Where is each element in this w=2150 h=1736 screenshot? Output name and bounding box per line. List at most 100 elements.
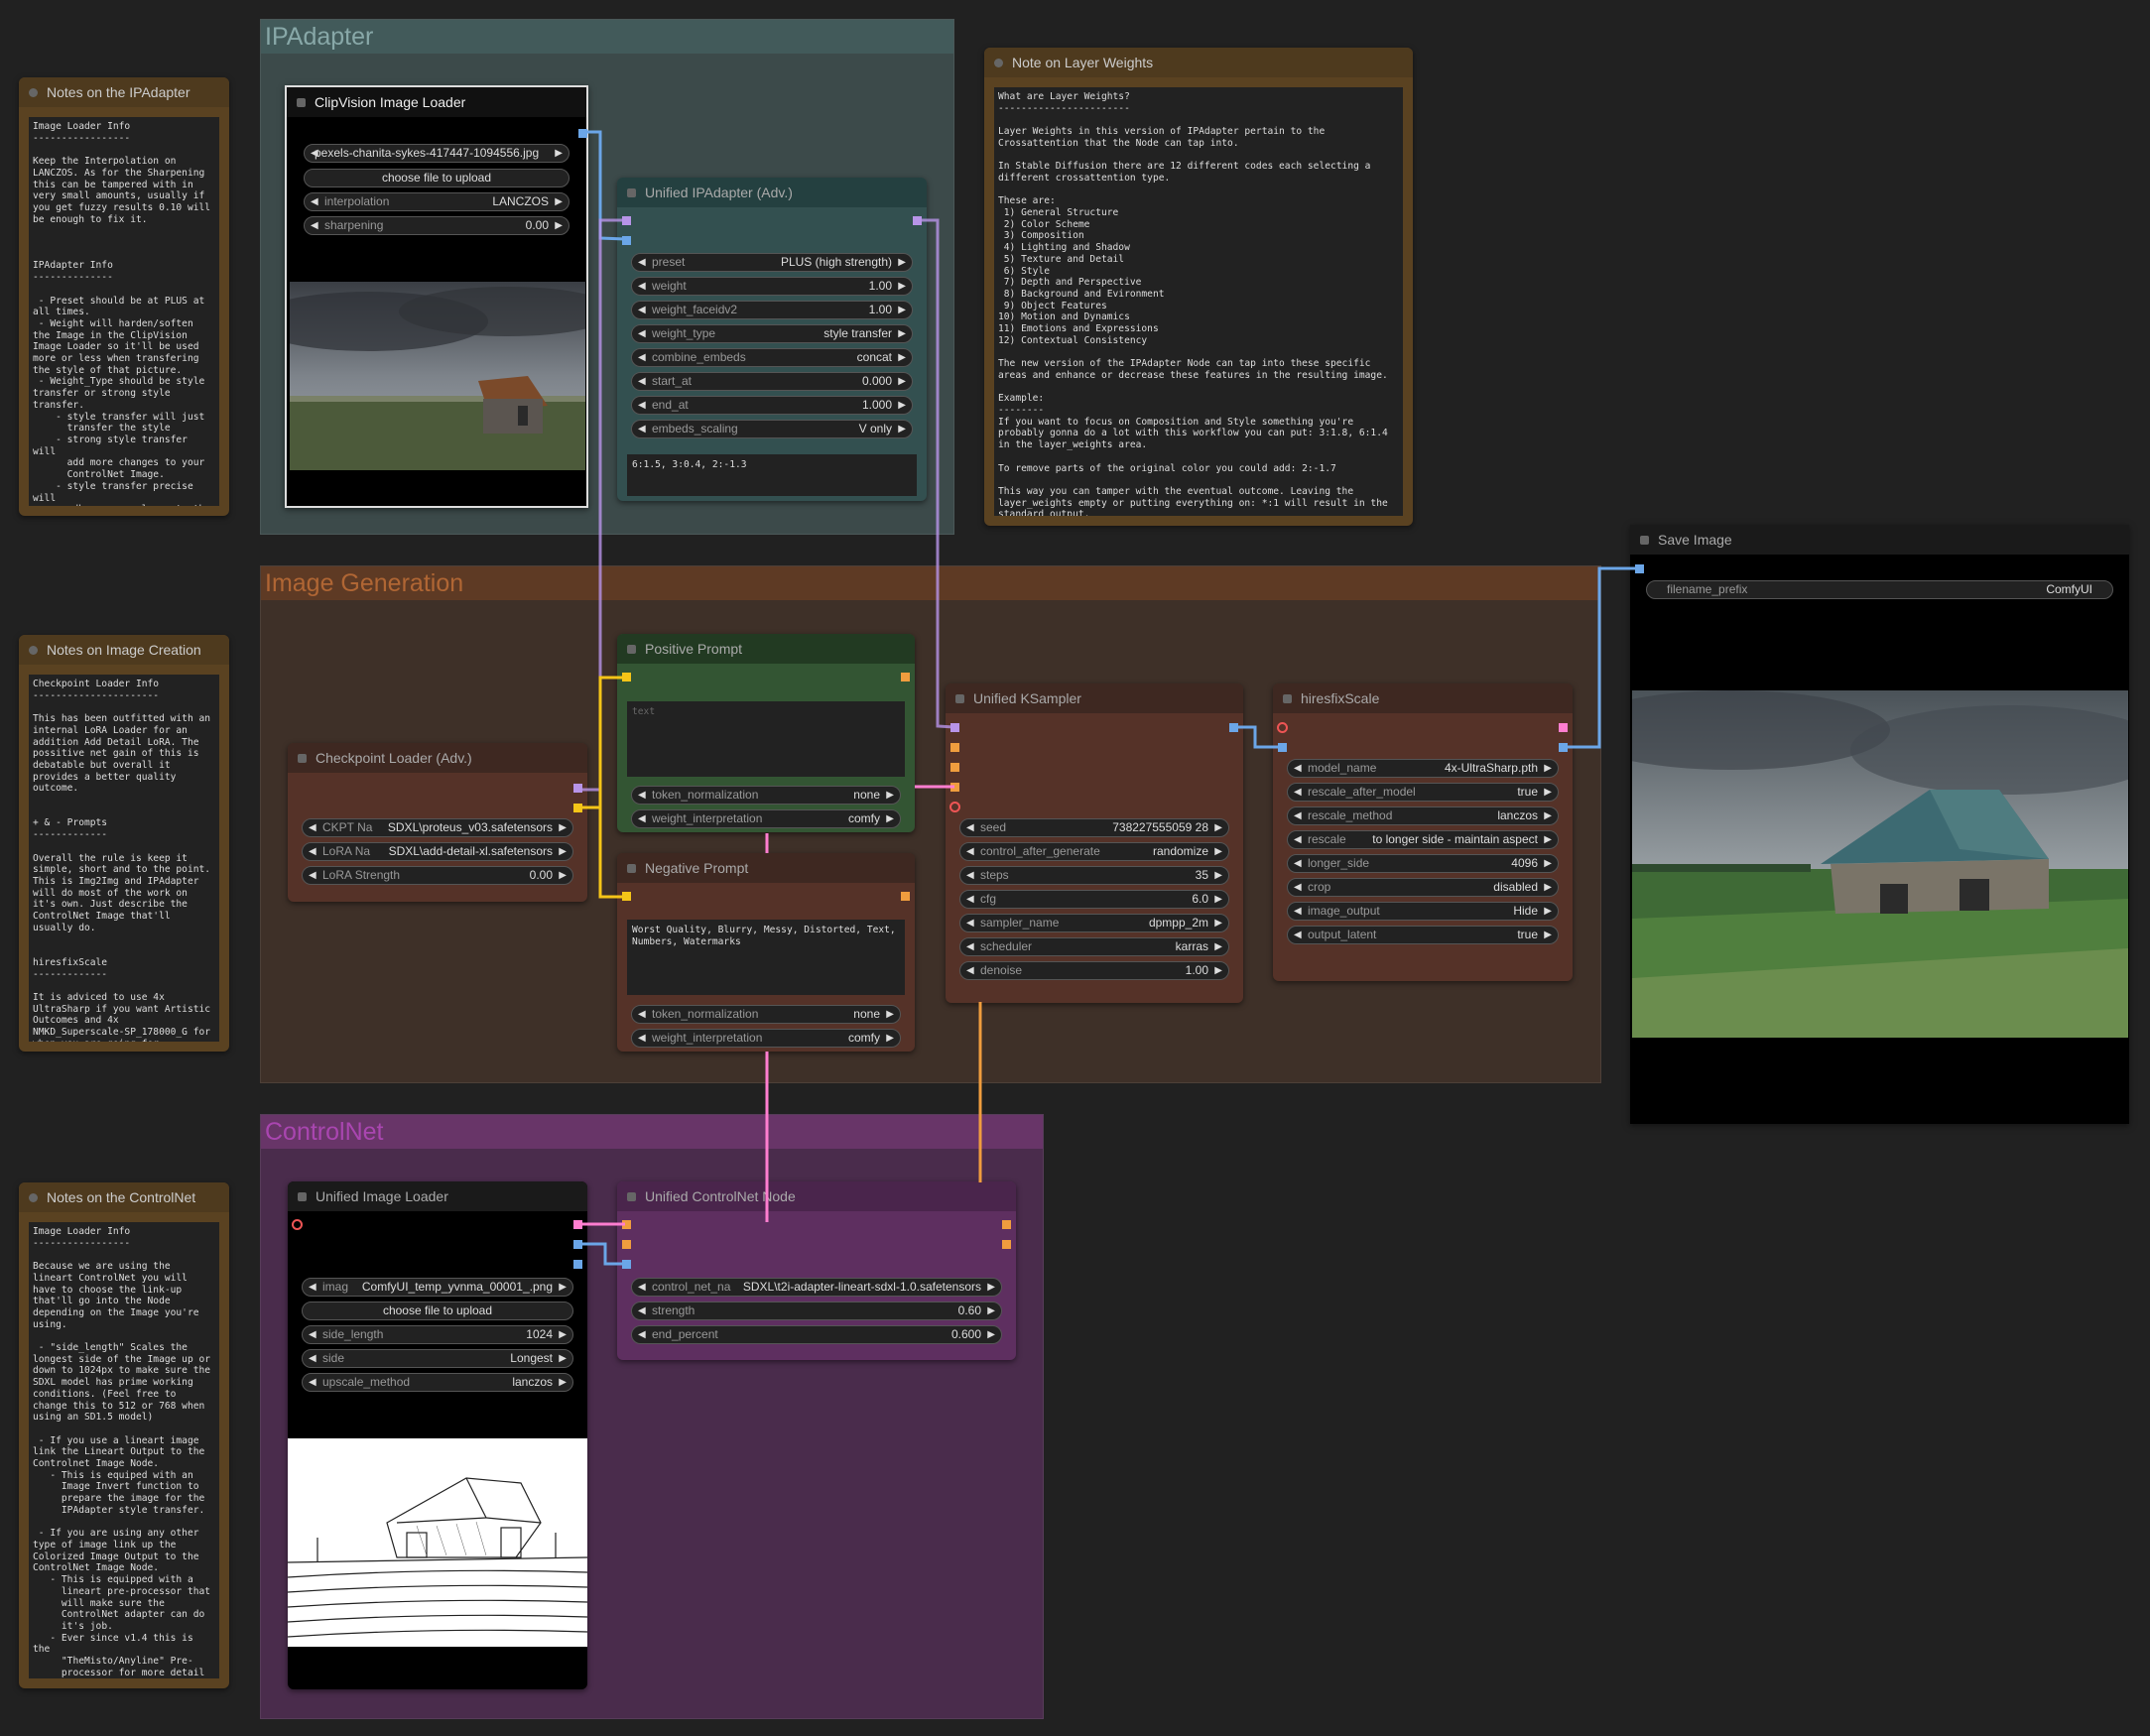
note-layer-weights[interactable]: Note on Layer Weights What are Layer Wei… <box>984 48 1413 526</box>
token-normalization-widget[interactable]: ◀ token_normalization none ▶ <box>631 1005 901 1024</box>
sampler-name-widget[interactable]: ◀ sampler_name dpmpp_2m ▶ <box>959 914 1229 932</box>
note-image-creation[interactable]: Notes on Image Creation Checkpoint Loade… <box>19 635 229 1052</box>
unified-ipadapter-node[interactable]: Unified IPAdapter (Adv.) ◀ preset PLUS (hi… <box>617 178 927 501</box>
output-port-positive[interactable] <box>1002 1220 1011 1229</box>
positive-prompt-node[interactable]: Positive Prompt text ◀ token_normalizatio… <box>617 634 915 832</box>
strength-widget[interactable]: ◀ strength 0.60 ▶ <box>631 1302 1002 1320</box>
input-port-vae[interactable] <box>1277 722 1288 733</box>
weight-type-widget[interactable]: ◀ weight_type style transfer ▶ <box>631 324 913 343</box>
hiresfix-scale-node[interactable]: hiresfixScale ◀ model_name 4x-UltraSharp.p… <box>1273 683 1573 981</box>
collapse-dot-icon[interactable] <box>627 188 636 197</box>
rescale-widget[interactable]: ◀ rescale to longer side - maintain aspect… <box>1287 830 1559 849</box>
clipvision-image-loader-node[interactable]: ClipVision Image Loader ◀ pexels-chanita-… <box>285 85 588 508</box>
output-port-image[interactable] <box>573 1220 582 1229</box>
filename-prefix-widget[interactable]: filename_prefix ComfyUI <box>1646 580 2113 599</box>
output-port-model[interactable] <box>573 784 582 793</box>
output-port-image[interactable] <box>1229 723 1238 732</box>
input-port-model[interactable] <box>622 216 631 225</box>
input-port-clip[interactable] <box>622 673 631 682</box>
input-port-vae[interactable] <box>949 802 960 812</box>
collapse-dot-icon[interactable] <box>29 88 38 97</box>
input-port-cn-image[interactable] <box>622 1260 631 1269</box>
negative-prompt-node[interactable]: Negative Prompt Worst Quality, Blurry, M… <box>617 853 915 1052</box>
positive-prompt-textarea[interactable]: text <box>627 701 905 777</box>
output-latent-widget[interactable]: ◀ output_latent true ▶ <box>1287 926 1559 944</box>
embeds-scaling-widget[interactable]: ◀ embeds_scaling V only ▶ <box>631 420 913 438</box>
image-select[interactable]: ◀ imag ComfyUI_temp_yvnma_00001_.png ▶ <box>302 1278 573 1297</box>
end-percent-widget[interactable]: ◀ end_percent 0.600 ▶ <box>631 1325 1002 1344</box>
output-port-lineart[interactable] <box>573 1240 582 1249</box>
weight-interpretation-widget[interactable]: ◀ weight_interpretation comfy ▶ <box>631 809 901 828</box>
lora-name-widget[interactable]: ◀ LoRA Na SDXL\add-detail-xl.safetensors ▶ <box>302 842 573 861</box>
control-after-generate-widget[interactable]: ◀ control_after_generate randomize ▶ <box>959 842 1229 861</box>
side-length-widget[interactable]: ◀ side_length 1024 ▶ <box>302 1325 573 1344</box>
save-image-node[interactable]: Save Image filename_prefix ComfyUI <box>1630 525 2129 1124</box>
sharpening-widget[interactable]: ◀ sharpening 0.00 ▶ <box>304 216 569 235</box>
collapse-dot-icon[interactable] <box>29 646 38 655</box>
start-at-widget[interactable]: ◀ start_at 0.000 ▶ <box>631 372 913 391</box>
collapse-dot-icon[interactable] <box>298 1192 307 1201</box>
longer-side-widget[interactable]: ◀ longer_side 4096 ▶ <box>1287 854 1559 873</box>
unified-image-loader-node[interactable]: Unified Image Loader ◀ imag ComfyUI_temp_y… <box>288 1181 587 1689</box>
lora-strength-widget[interactable]: ◀ LoRA Strength 0.00 ▶ <box>302 866 573 885</box>
input-port-clip[interactable] <box>622 892 631 901</box>
combine-embeds-widget[interactable]: ◀ combine_embeds concat ▶ <box>631 348 913 367</box>
note-text[interactable]: Checkpoint Loader Info -----------------… <box>29 675 219 1042</box>
input-port-positive[interactable] <box>950 743 959 752</box>
seed-widget[interactable]: ◀ seed 738227555059 28 ▶ <box>959 818 1229 837</box>
model-name-widget[interactable]: ◀ model_name 4x-UltraSharp.pth ▶ <box>1287 759 1559 778</box>
unified-controlnet-node[interactable]: Unified ControlNet Node ◀ control_net_na S… <box>617 1181 1016 1360</box>
input-port-image[interactable] <box>1278 743 1287 752</box>
preset-widget[interactable]: ◀ preset PLUS (high strength) ▶ <box>631 253 913 272</box>
side-widget[interactable]: ◀ side Longest ▶ <box>302 1349 573 1368</box>
note-ipadapter[interactable]: Notes on the IPAdapter Image Loader Info… <box>19 77 229 516</box>
scheduler-widget[interactable]: ◀ scheduler karras ▶ <box>959 937 1229 956</box>
layer-weights-textarea[interactable]: 6:1.5, 3:0.4, 2:-1.3 <box>627 454 917 496</box>
input-port-model[interactable] <box>950 723 959 732</box>
collapse-dot-icon[interactable] <box>1640 536 1649 545</box>
note-text[interactable]: Image Loader Info ----------------- Keep… <box>29 117 219 506</box>
weight-interpretation-widget[interactable]: ◀ weight_interpretation comfy ▶ <box>631 1029 901 1048</box>
note-controlnet[interactable]: Notes on the ControlNet Image Loader Inf… <box>19 1182 229 1688</box>
crop-widget[interactable]: ◀ crop disabled ▶ <box>1287 878 1559 897</box>
image-output-widget[interactable]: ◀ image_output Hide ▶ <box>1287 902 1559 921</box>
steps-widget[interactable]: ◀ steps 35 ▶ <box>959 866 1229 885</box>
output-port-colorized[interactable] <box>573 1260 582 1269</box>
collapse-dot-icon[interactable] <box>955 694 964 703</box>
ckpt-name-widget[interactable]: ◀ CKPT Na SDXL\proteus_v03.safetensors ▶ <box>302 818 573 837</box>
input-port-positive[interactable] <box>622 1220 631 1229</box>
collapse-dot-icon[interactable] <box>994 59 1003 67</box>
input-port-negative[interactable] <box>622 1240 631 1249</box>
output-port-clip[interactable] <box>573 804 582 812</box>
input-port-latent[interactable] <box>950 783 959 792</box>
rescale-after-model-widget[interactable]: ◀ rescale_after_model true ▶ <box>1287 783 1559 802</box>
output-port-latent[interactable] <box>1559 723 1568 732</box>
weight-widget[interactable]: ◀ weight 1.00 ▶ <box>631 277 913 296</box>
image-select[interactable]: ◀ pexels-chanita-sykes-417447-1094556.jpg… <box>304 144 569 163</box>
collapse-dot-icon[interactable] <box>298 754 307 763</box>
choose-file-button[interactable]: choose file to upload <box>304 169 569 187</box>
output-port-conditioning[interactable] <box>901 673 910 682</box>
upscale-method-widget[interactable]: ◀ upscale_method lanczos ▶ <box>302 1373 573 1392</box>
token-normalization-widget[interactable]: ◀ token_normalization none ▶ <box>631 786 901 805</box>
rescale-method-widget[interactable]: ◀ rescale_method lanczos ▶ <box>1287 806 1559 825</box>
cfg-widget[interactable]: ◀ cfg 6.0 ▶ <box>959 890 1229 909</box>
collapse-dot-icon[interactable] <box>627 864 636 873</box>
input-port-images[interactable] <box>1635 564 1644 573</box>
note-text[interactable]: What are Layer Weights? ----------------… <box>994 87 1403 516</box>
interpolation-widget[interactable]: ◀ interpolation LANCZOS ▶ <box>304 192 569 211</box>
collapse-dot-icon[interactable] <box>627 1192 636 1201</box>
choose-file-button[interactable]: choose file to upload <box>302 1302 573 1320</box>
weight-faceidv2-widget[interactable]: ◀ weight_faceidv2 1.00 ▶ <box>631 301 913 319</box>
output-port-negative[interactable] <box>1002 1240 1011 1249</box>
input-port-vae[interactable] <box>292 1219 303 1230</box>
output-port[interactable] <box>578 129 587 138</box>
unified-ksampler-node[interactable]: Unified KSampler ◀ seed 738227555059 28 ▶ ◀… <box>946 683 1243 1003</box>
collapse-dot-icon[interactable] <box>297 98 306 107</box>
input-port-image[interactable] <box>622 236 631 245</box>
negative-prompt-textarea[interactable]: Worst Quality, Blurry, Messy, Distorted,… <box>627 920 905 995</box>
collapse-dot-icon[interactable] <box>1283 694 1292 703</box>
collapse-dot-icon[interactable] <box>29 1193 38 1202</box>
denoise-widget[interactable]: ◀ denoise 1.00 ▶ <box>959 961 1229 980</box>
output-port-conditioning[interactable] <box>901 892 910 901</box>
